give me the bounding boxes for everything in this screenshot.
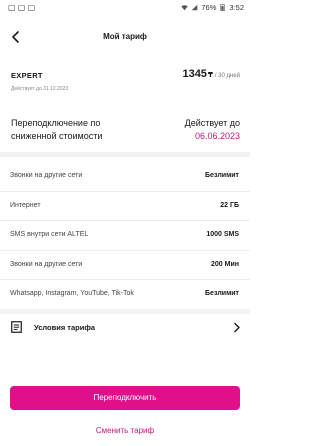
switch-valid-label: Действует до [184, 118, 240, 128]
switch-offer-label: Переподключение по сниженной стоимости [11, 118, 103, 141]
plan-valid-until: Действует до 31.12.2023 [11, 86, 69, 92]
list-item: SMS внутри сети ALTEL 1000 SMS [0, 221, 250, 251]
page-title: Мой тариф [103, 32, 147, 41]
feature-value: 1000 SMS [206, 231, 239, 238]
wifi-icon [181, 5, 189, 11]
switch-offer-validity: Действует до 06.06.2023 [185, 117, 240, 143]
feature-value: 22 ГБ [220, 201, 239, 209]
feature-label: SMS внутри сети ALTEL [10, 231, 89, 238]
feature-label: Whatsapp, Instagram, YouTube, Tik-Tok [10, 290, 134, 297]
app-header: Мой тариф [0, 24, 250, 50]
change-tariff-link[interactable]: Сменить тариф [0, 426, 250, 435]
list-item: Интернет 22 ГБ [0, 192, 250, 221]
plan-currency: ₸ [207, 72, 213, 79]
plan-price: 1345 ₸ / 30 дней [182, 68, 240, 80]
notification-icons: ▢ ▢ ▢ [8, 3, 36, 12]
feature-value: Безлимит [205, 172, 239, 179]
feature-label: Интернет [10, 201, 41, 209]
list-item: Звонки на другие сети 200 Мин [0, 251, 250, 280]
section-divider [0, 152, 250, 157]
feature-label: Звонки на другие сети [10, 260, 83, 268]
tariff-terms-label: Условия тарифа [34, 323, 96, 332]
status-time: 3:52 [229, 3, 244, 12]
plan-name: EXPERT [11, 71, 43, 80]
features-list: Звонки на другие сети Безлимит Интернет … [0, 162, 250, 310]
battery-icon [220, 4, 225, 11]
battery-percent: 76% [201, 3, 217, 12]
feature-label: Звонки на другие сети [10, 172, 83, 179]
switch-valid-date: 06.06.2023 [194, 131, 240, 141]
document-icon [11, 321, 22, 333]
status-bar: ▢ ▢ ▢ 76% 3:52 [0, 0, 250, 16]
chevron-right-icon [234, 322, 240, 333]
list-item: Whatsapp, Instagram, YouTube, Tik-Tok Бе… [0, 280, 250, 310]
list-item: Звонки на другие сети Безлимит [0, 162, 250, 192]
reconnect-button[interactable]: Переподключить [10, 386, 240, 410]
signal-icon [192, 4, 198, 11]
tariff-terms-item[interactable]: Условия тарифа [0, 314, 250, 342]
feature-value: Безлимит [205, 290, 239, 297]
feature-value: 200 Мин [211, 260, 239, 268]
plan-price-value: 1345 [182, 68, 207, 80]
status-indicators: 76% 3:52 [181, 3, 244, 12]
plan-period: / 30 дней [214, 73, 240, 79]
